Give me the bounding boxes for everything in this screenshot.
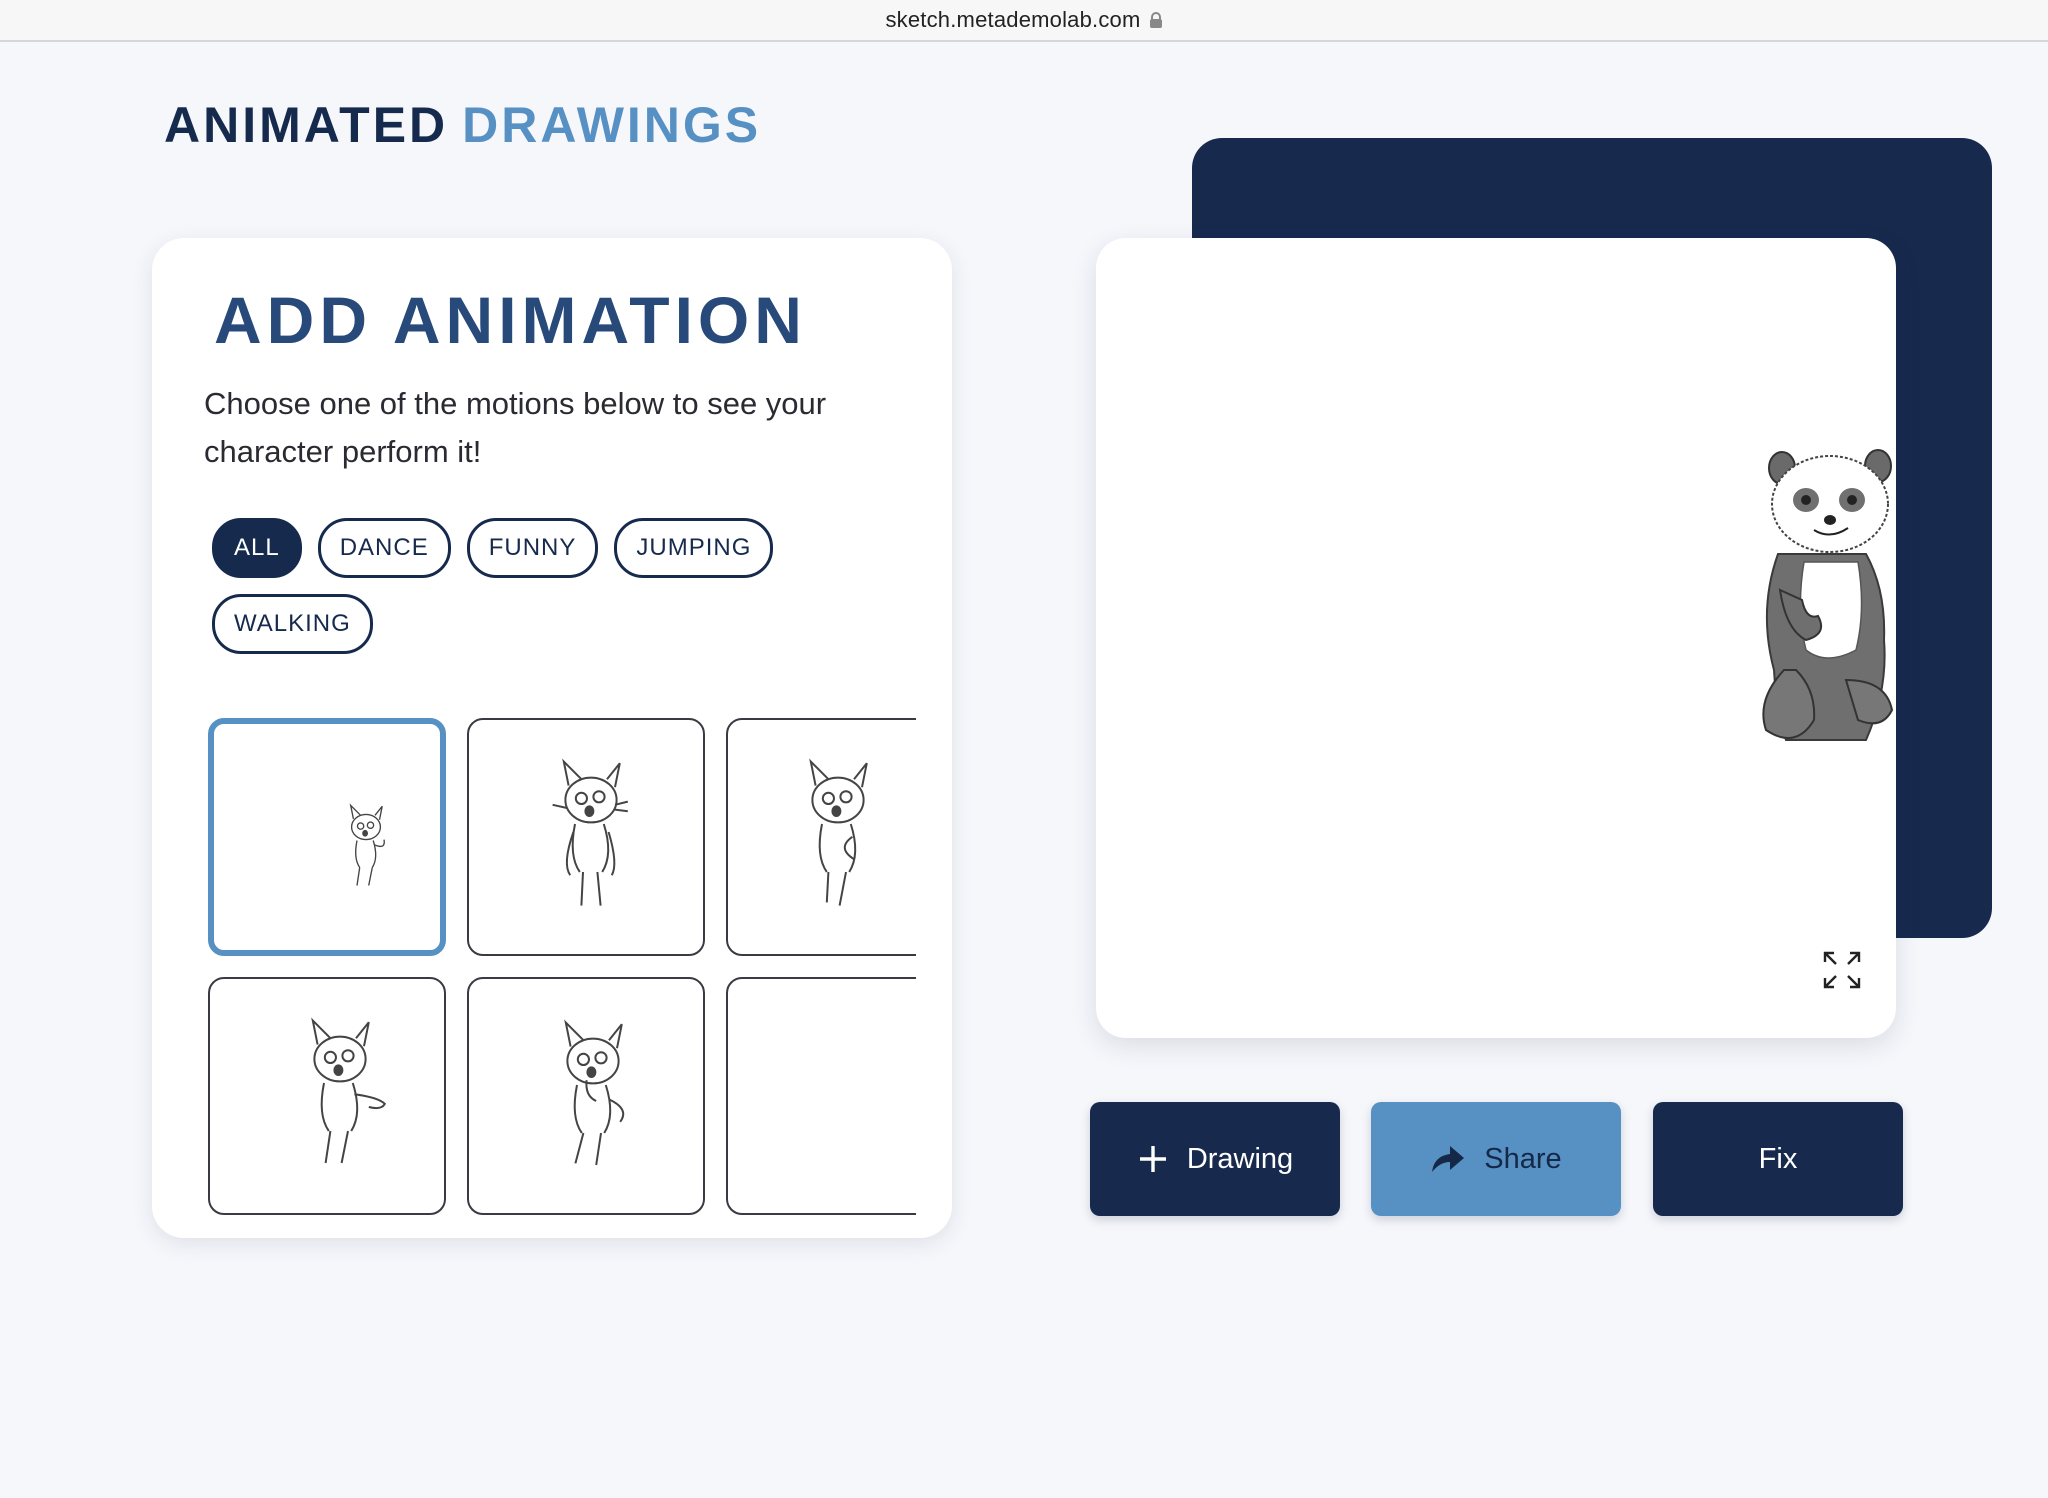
brand-part-2: DRAWINGS <box>462 97 762 153</box>
share-arrow-icon <box>1430 1144 1466 1174</box>
animation-thumbnail[interactable] <box>208 718 446 956</box>
cat-drawing-icon <box>311 1017 387 1164</box>
filter-chip-funny[interactable]: FUNNY <box>466 518 599 578</box>
share-button[interactable]: Share <box>1371 1102 1621 1216</box>
panel-title: ADD ANIMATION <box>214 283 807 357</box>
filter-chip-dance[interactable]: DANCE <box>317 518 451 578</box>
url-text: sketch.metademolab.com <box>885 7 1141 32</box>
fullscreen-expand-icon[interactable] <box>1822 950 1862 990</box>
brand-part-1: ANIMATED <box>164 97 449 153</box>
cat-drawing-icon <box>809 758 868 906</box>
filter-chip-walking[interactable]: WALKING <box>212 594 373 654</box>
lock-icon <box>1149 12 1163 28</box>
animation-thumbnail[interactable] <box>467 977 705 1215</box>
fix-button[interactable]: Fix <box>1653 1102 1903 1216</box>
add-drawing-label: Drawing <box>1186 1142 1294 1175</box>
filter-chip-jumping[interactable]: JUMPING <box>614 518 774 578</box>
plus-icon <box>1137 1143 1169 1175</box>
cat-drawing-icon <box>564 1019 625 1166</box>
animation-thumbnail[interactable] <box>467 718 705 956</box>
panel-description: Choose one of the motions below to see y… <box>204 386 827 469</box>
cat-drawing-icon <box>552 758 629 906</box>
browser-address-bar[interactable]: sketch.metademolab.com <box>0 0 2048 42</box>
motion-filter-chips: ALL DANCE FUNNY JUMPING WALKING <box>212 518 812 654</box>
animation-thumbnail-grid[interactable] <box>208 718 916 1218</box>
animation-thumbnail[interactable] <box>726 718 916 956</box>
cat-drawing-icon <box>349 803 385 886</box>
panda-drawing-icon <box>1762 449 1894 741</box>
animation-thumbnail[interactable] <box>726 977 916 1215</box>
filter-chip-all[interactable]: ALL <box>212 518 302 578</box>
add-drawing-button[interactable]: Drawing <box>1090 1102 1340 1216</box>
add-animation-panel: ADD ANIMATION Choose one of the motions … <box>152 238 952 1238</box>
share-label: Share <box>1484 1142 1562 1175</box>
fix-label: Fix <box>1758 1142 1798 1175</box>
animation-thumbnail[interactable] <box>208 977 446 1215</box>
brand-logo[interactable]: ANIMATED DRAWINGS <box>164 96 761 154</box>
animation-preview-stage[interactable] <box>1096 238 1896 1038</box>
